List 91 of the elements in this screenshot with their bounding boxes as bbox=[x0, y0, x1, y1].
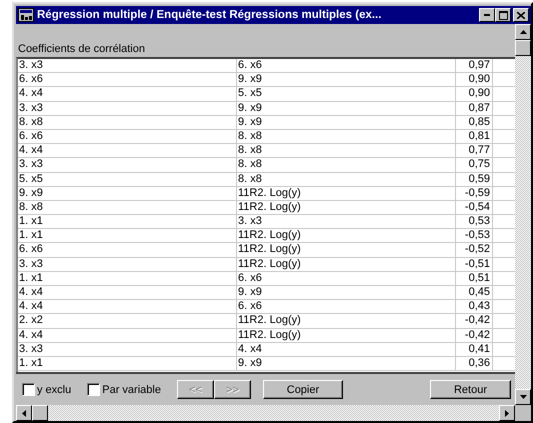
table-cell: 3. x3 bbox=[18, 59, 237, 72]
table-cell: 8. x8 bbox=[237, 172, 456, 186]
table-cell: 1. x1 bbox=[18, 356, 237, 370]
table-cell: 8. x8 bbox=[18, 200, 237, 214]
table-cell: 0,75 bbox=[456, 158, 493, 172]
table-cell: 8. x8 bbox=[237, 158, 456, 172]
table-cell: 0,90 bbox=[456, 73, 493, 86]
table-cell: 3. x3 bbox=[18, 102, 237, 115]
table-cell: 11R2. Log(y) bbox=[237, 243, 456, 257]
table-cell: 3. x3 bbox=[18, 158, 237, 172]
close-icon bbox=[517, 12, 525, 18]
table-cell: 9. x9 bbox=[237, 102, 456, 115]
table-cell: -0,42 bbox=[456, 314, 493, 328]
maximize-icon bbox=[498, 10, 508, 20]
checkbox-label: Par variable bbox=[102, 384, 161, 396]
scroll-down-button[interactable] bbox=[515, 389, 531, 405]
minimize-button[interactable] bbox=[479, 8, 495, 22]
table-cell: 0,90 bbox=[456, 87, 493, 101]
table-cell: 0,53 bbox=[456, 215, 493, 228]
maximize-button[interactable] bbox=[495, 8, 511, 22]
right-arrow-icon bbox=[505, 410, 509, 416]
table-cell: 9. x9 bbox=[237, 73, 456, 86]
table-cell: 6. x6 bbox=[18, 243, 237, 257]
down-arrow-icon bbox=[520, 395, 526, 399]
scroll-left-button[interactable] bbox=[16, 405, 32, 421]
table-cell: 5. x5 bbox=[18, 172, 237, 186]
checkbox[interactable] bbox=[87, 383, 100, 396]
table-cell: 0,59 bbox=[456, 172, 493, 186]
table-cell: 9. x9 bbox=[237, 356, 456, 370]
table-cell: 4. x4 bbox=[18, 87, 237, 101]
scroll-right-button[interactable] bbox=[499, 405, 515, 421]
table-cell: 8. x8 bbox=[18, 116, 237, 129]
table-cell: -0,42 bbox=[456, 328, 493, 342]
table-cell: 0,45 bbox=[456, 286, 493, 300]
table-cell: 9. x9 bbox=[18, 186, 237, 200]
table-cell: 9. x9 bbox=[237, 116, 456, 129]
table-cell: 4. x4 bbox=[18, 286, 237, 300]
table-cell: 4. x4 bbox=[18, 328, 237, 342]
table-cell: 11R2. Log(y) bbox=[237, 229, 456, 242]
table-cell: 8. x8 bbox=[237, 130, 456, 144]
window-title: Régression multiple / Enquête-test Régressions multiples (ex... bbox=[37, 9, 382, 21]
table-cell: 1. x1 bbox=[18, 272, 237, 285]
table-cell: 0,85 bbox=[456, 116, 493, 129]
table-cell: 0,97 bbox=[456, 59, 493, 72]
table-cell: 6. x6 bbox=[18, 130, 237, 144]
table-cell: 0,81 bbox=[456, 130, 493, 144]
table-cell: 4. x4 bbox=[18, 144, 237, 158]
table-cell: 4. x4 bbox=[18, 300, 237, 314]
copy-button[interactable]: Copier bbox=[262, 380, 343, 399]
checkbox-label: y exclu bbox=[37, 384, 72, 396]
table-cell: 6. x6 bbox=[237, 272, 456, 285]
table-cell: 1. x1 bbox=[18, 215, 237, 228]
table-cell: -0,53 bbox=[456, 229, 493, 242]
scroll-thumb[interactable] bbox=[32, 405, 48, 421]
table-cell: 4. x4 bbox=[237, 342, 456, 356]
table-cell: 6. x6 bbox=[237, 300, 456, 314]
table-cell: 8. x8 bbox=[237, 144, 456, 158]
table-cell: -0,59 bbox=[456, 186, 493, 200]
table-cell: 9. x9 bbox=[237, 286, 456, 300]
table-cell: 11R2. Log(y) bbox=[237, 314, 456, 328]
table-cell: -0,54 bbox=[456, 200, 493, 214]
minimize-icon bbox=[484, 14, 490, 16]
up-arrow-icon bbox=[520, 30, 526, 34]
left-arrow-icon bbox=[22, 410, 26, 416]
table-cell: 0,43 bbox=[456, 300, 493, 314]
table-cell: 3. x3 bbox=[18, 342, 237, 356]
table-cell: -0,52 bbox=[456, 243, 493, 257]
table-cell: 6. x6 bbox=[237, 59, 456, 72]
close-button[interactable] bbox=[513, 8, 529, 22]
table-cell: -0,51 bbox=[456, 258, 493, 271]
table-cell: 5. x5 bbox=[237, 87, 456, 101]
table-cell: 0,41 bbox=[456, 342, 493, 356]
table-cell: 1. x1 bbox=[18, 229, 237, 242]
table-cell: 0,87 bbox=[456, 102, 493, 115]
section-label: Coefficients de corrélation bbox=[18, 43, 145, 55]
scroll-thumb[interactable] bbox=[515, 40, 531, 56]
table-cell: 11R2. Log(y) bbox=[237, 186, 456, 200]
table-cell: 2. x2 bbox=[18, 314, 237, 328]
table-cell: 11R2. Log(y) bbox=[237, 200, 456, 214]
return-button[interactable]: Retour bbox=[430, 380, 511, 399]
scroll-up-button[interactable] bbox=[515, 24, 531, 40]
table-cell: 11R2. Log(y) bbox=[237, 258, 456, 271]
checkbox[interactable] bbox=[22, 383, 35, 396]
table-cell: 11R2. Log(y) bbox=[237, 328, 456, 342]
table-cell: 0,77 bbox=[456, 144, 493, 158]
table-cell: 0,51 bbox=[456, 272, 493, 285]
table-cell: 3. x3 bbox=[237, 215, 456, 228]
vertical-scrollbar[interactable] bbox=[515, 24, 531, 405]
table-cell: 3. x3 bbox=[18, 258, 237, 271]
table-cell: 0,36 bbox=[456, 356, 493, 370]
table-cell: 6. x6 bbox=[18, 73, 237, 86]
